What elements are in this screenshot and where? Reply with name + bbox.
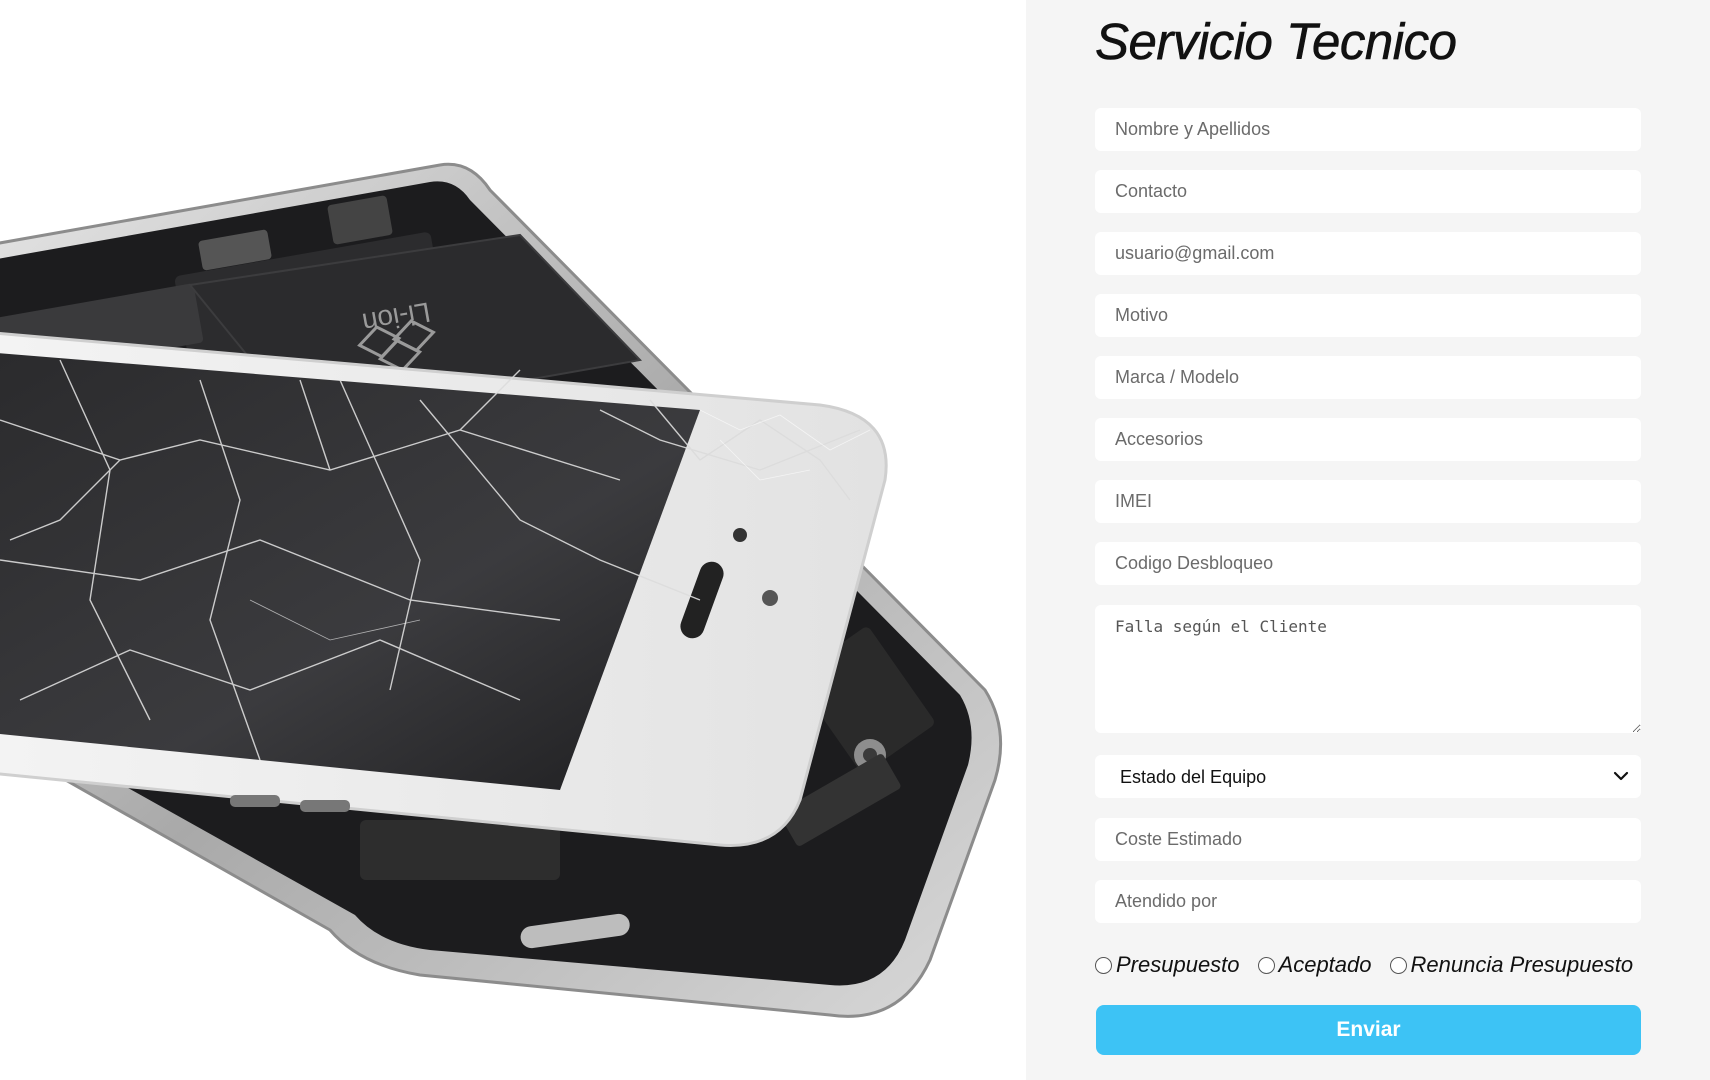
budget-radio-group: Presupuesto Aceptado Renuncia Presupuest… <box>1095 950 1655 980</box>
estimated-cost-field[interactable] <box>1095 818 1641 861</box>
submit-button[interactable]: Enviar <box>1096 1005 1641 1055</box>
equipment-status-selected: Estado del Equipo <box>1120 767 1267 787</box>
contact-field[interactable] <box>1095 170 1641 213</box>
radio-declined[interactable]: Renuncia Presupuesto <box>1389 952 1634 978</box>
hero-image-panel: Li-ion <box>0 0 1026 1080</box>
service-form-panel: Servicio Tecnico Estado del Equipo Presu… <box>1026 0 1710 1080</box>
unlock-code-field[interactable] <box>1095 542 1641 585</box>
attended-by-field[interactable] <box>1095 880 1641 923</box>
radio-circle[interactable] <box>1095 956 1112 974</box>
reason-field[interactable] <box>1095 294 1641 337</box>
radio-circle[interactable] <box>1257 956 1275 974</box>
email-field[interactable] <box>1095 232 1641 275</box>
radio-circle[interactable] <box>1389 956 1407 974</box>
radio-accepted[interactable]: Aceptado <box>1257 952 1372 978</box>
broken-phone-image: Li-ion <box>0 162 1003 1018</box>
radio-declined-label: Renuncia Presupuesto <box>1410 952 1634 977</box>
page-title: Servicio Tecnico <box>1095 13 1458 71</box>
radio-accepted-label: Aceptado <box>1278 952 1372 977</box>
brand-model-field[interactable] <box>1095 356 1641 399</box>
accessories-field[interactable] <box>1095 418 1641 461</box>
fault-description-textarea[interactable] <box>1095 605 1641 733</box>
radio-budget-label: Presupuesto <box>1116 952 1240 977</box>
name-field[interactable] <box>1095 108 1641 151</box>
equipment-status-select[interactable]: Estado del Equipo <box>1095 755 1641 798</box>
page: Li-ion Servicio Tecnico Nombre y Apellid… <box>0 0 1710 1080</box>
imei-field[interactable] <box>1095 480 1641 523</box>
radio-budget[interactable]: Presupuesto <box>1095 952 1240 978</box>
chevron-down-icon <box>1613 771 1629 781</box>
cracked-phone-front <box>0 331 888 847</box>
